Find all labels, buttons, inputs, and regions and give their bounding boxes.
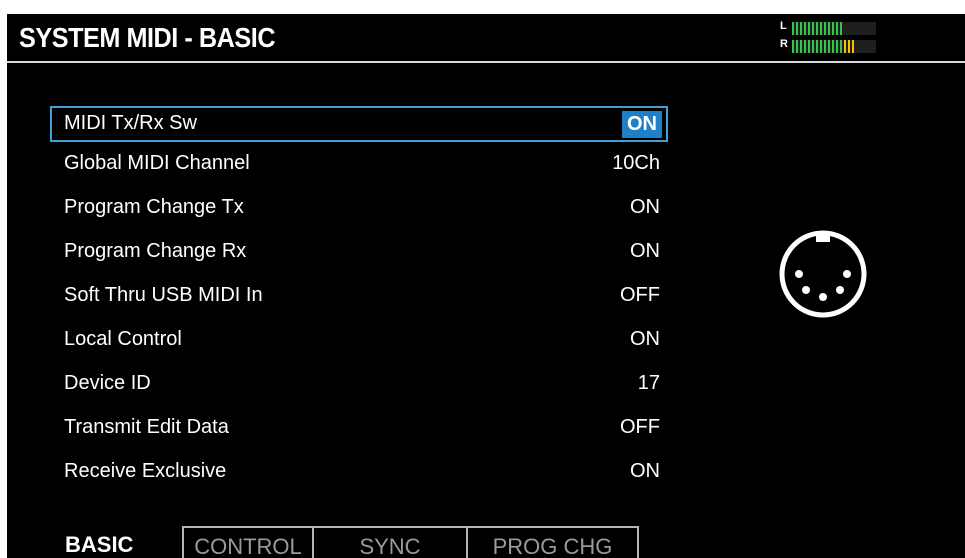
meter-segment: [816, 22, 818, 35]
meter-segment: [812, 22, 814, 35]
meter-right: R: [780, 38, 880, 54]
meter-segment: [836, 22, 838, 35]
meter-segment: [796, 40, 798, 53]
meter-segment: [816, 40, 818, 53]
header-divider: [7, 61, 965, 63]
tab-basic[interactable]: BASIC: [65, 526, 175, 558]
param-value[interactable]: OFF: [620, 416, 660, 439]
tab-control[interactable]: CONTROL: [182, 526, 314, 558]
param-label: Soft Thru USB MIDI In: [64, 284, 263, 306]
param-value[interactable]: 10Ch: [612, 152, 660, 175]
meter-segment: [800, 22, 802, 35]
meter-segment: [800, 40, 802, 53]
meter-segment: [824, 22, 826, 35]
param-row-midi-tx-rx-sw[interactable]: MIDI Tx/Rx Sw ON: [50, 106, 668, 142]
level-meter: L R: [780, 18, 880, 58]
param-row-receive-exclusive[interactable]: Receive Exclusive ON: [50, 454, 668, 490]
meter-segment: [796, 22, 798, 35]
meter-segment: [812, 40, 814, 53]
param-label: MIDI Tx/Rx Sw: [64, 112, 197, 134]
meter-segment: [844, 40, 846, 53]
param-row-local-control[interactable]: Local Control ON: [50, 322, 668, 358]
meter-segment: [808, 22, 810, 35]
param-row-program-change-rx[interactable]: Program Change Rx ON: [50, 234, 668, 270]
param-row-transmit-edit-data[interactable]: Transmit Edit Data OFF: [50, 410, 668, 446]
meter-segment: [840, 40, 842, 53]
meter-segment: [848, 40, 850, 53]
meter-segment: [832, 40, 834, 53]
meter-left-bar: [792, 22, 876, 35]
meter-segment: [820, 22, 822, 35]
param-label: Program Change Rx: [64, 240, 247, 262]
param-label: Transmit Edit Data: [64, 416, 229, 438]
meter-segment: [804, 40, 806, 53]
meter-left-label: L: [780, 20, 787, 32]
meter-segment: [824, 40, 826, 53]
meter-segment: [828, 40, 830, 53]
param-label: Local Control: [64, 328, 182, 350]
param-value[interactable]: ON: [630, 240, 660, 263]
param-value[interactable]: ON: [630, 328, 660, 351]
meter-right-label: R: [780, 38, 788, 50]
meter-segment: [792, 22, 794, 35]
meter-segment: [828, 22, 830, 35]
param-row-program-change-tx[interactable]: Program Change Tx ON: [50, 190, 668, 226]
tab-bar: BASIC CONTROL SYNC PROG CHG: [7, 514, 965, 558]
meter-left: L: [780, 20, 880, 36]
param-value[interactable]: ON: [630, 196, 660, 219]
meter-segment: [852, 40, 854, 53]
param-value[interactable]: ON: [630, 460, 660, 483]
param-value[interactable]: OFF: [620, 284, 660, 307]
midi-connector-icon: [775, 226, 871, 322]
param-value[interactable]: ON: [622, 111, 662, 138]
param-row-soft-thru-usb-midi-in[interactable]: Soft Thru USB MIDI In OFF: [50, 278, 668, 314]
tab-prog-chg[interactable]: PROG CHG: [466, 526, 639, 558]
meter-segment: [820, 40, 822, 53]
tab-sync[interactable]: SYNC: [312, 526, 468, 558]
page-title: SYSTEM MIDI - BASIC: [19, 22, 276, 53]
header: SYSTEM MIDI - BASIC L R: [7, 14, 965, 63]
param-label: Global MIDI Channel: [64, 152, 250, 174]
meter-segment: [804, 22, 806, 35]
param-value[interactable]: 17: [638, 372, 660, 395]
param-label: Receive Exclusive: [64, 460, 227, 482]
meter-segment: [832, 22, 834, 35]
meter-segment: [792, 40, 794, 53]
meter-right-bar: [792, 40, 876, 53]
param-label: Device ID: [64, 372, 151, 394]
param-row-global-midi-channel[interactable]: Global MIDI Channel 10Ch: [50, 146, 668, 182]
meter-segment: [808, 40, 810, 53]
meter-segment: [836, 40, 838, 53]
param-label: Program Change Tx: [64, 196, 244, 218]
screen: SYSTEM MIDI - BASIC L R MIDI Tx/Rx Sw ON…: [7, 14, 965, 558]
param-row-device-id[interactable]: Device ID 17: [50, 366, 668, 402]
meter-segment: [840, 22, 842, 35]
